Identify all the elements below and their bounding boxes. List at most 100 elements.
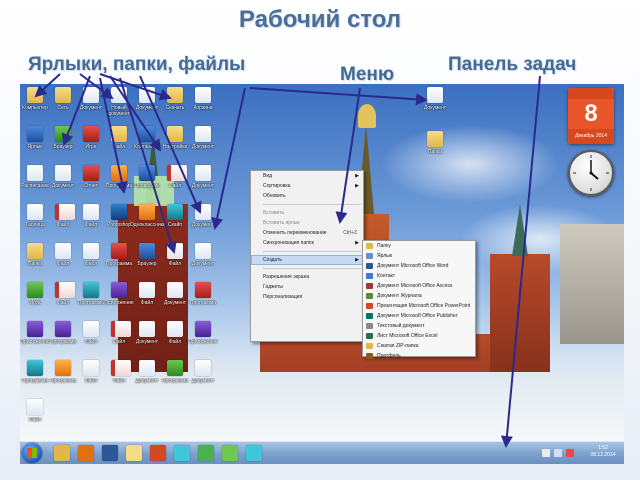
desktop-icon[interactable]: Документ [190, 242, 216, 279]
calendar-gadget[interactable]: 8 Декабрь 2014 [568, 88, 614, 144]
desktop-icon[interactable]: Документ [190, 125, 216, 162]
file-type-icon [366, 283, 373, 289]
context-menu-item[interactable]: Создать ▶ [251, 255, 363, 265]
doc-icon [55, 243, 71, 259]
desktop-icon[interactable]: Отчёт [78, 164, 104, 201]
desktop-icon[interactable]: Документ [190, 359, 216, 396]
desktop-icon[interactable]: Программа [78, 281, 104, 318]
desktop-icon[interactable]: Документ [134, 320, 160, 357]
desktop-icon[interactable]: Документ [162, 281, 188, 318]
desktop-icon[interactable]: Настройки [162, 125, 188, 162]
submenu-item[interactable]: Документ Microsoft Office Publisher [363, 311, 475, 321]
context-menu-item[interactable]: Обновить [251, 191, 363, 201]
media-player-button[interactable] [78, 445, 94, 461]
desktop-icon[interactable]: Файл [78, 359, 104, 396]
desktop-icon[interactable]: Программа [190, 281, 216, 318]
context-menu-item[interactable]: Разрешение экрана [251, 272, 363, 282]
desktop-icon[interactable]: Приложение [188, 320, 218, 357]
folder-button[interactable] [126, 445, 142, 461]
explorer-button[interactable] [54, 445, 70, 461]
start-button[interactable] [22, 443, 42, 463]
desktop-icon[interactable]: Документ [422, 86, 448, 123]
context-menu-item[interactable]: Сортировка ▶ [251, 181, 363, 191]
desktop-icon[interactable]: Приложение [104, 281, 134, 318]
submenu-item[interactable]: Документ Microsoft Office Word [363, 261, 475, 271]
desktop-icon[interactable]: Файл [134, 281, 160, 318]
desktop-icon[interactable]: Браузер [50, 125, 76, 162]
desktop-icon[interactable]: Скайп [162, 203, 188, 240]
desktop-icon[interactable]: Файл [106, 125, 132, 162]
program-button[interactable] [222, 445, 238, 461]
desktop-icon[interactable]: Ярлык [22, 125, 48, 162]
submenu-item[interactable]: Лист Microsoft Office Excel [363, 331, 475, 341]
desktop-icon[interactable]: Файл [162, 320, 188, 357]
desktop-icon[interactable]: Файл [162, 242, 188, 279]
context-menu-item[interactable]: Вид ▶ [251, 171, 363, 181]
desktop-icon[interactable]: Одноклассники [130, 203, 164, 240]
desktop-icon[interactable]: Сеть [50, 86, 76, 123]
submenu-item[interactable]: Папку [363, 241, 475, 251]
desktop-icon[interactable]: Программа [106, 242, 132, 279]
submenu-item[interactable]: Текстовый документ [363, 321, 475, 331]
desktop-icon[interactable]: Файл [78, 242, 104, 279]
submenu-item[interactable]: Документ Microsoft Office Access [363, 281, 475, 291]
desktop-icon[interactable]: Программа [162, 359, 188, 396]
desktop-icon[interactable]: Документ [190, 203, 216, 240]
chrome-button[interactable] [198, 445, 214, 461]
desktop-icon[interactable]: Игра [78, 125, 104, 162]
desktop-icon[interactable]: Игра [22, 281, 48, 318]
desktop-icon[interactable]: Новый документ [106, 86, 132, 123]
paint-button[interactable] [174, 445, 190, 461]
submenu-item-label: Папку [377, 243, 391, 249]
desktop-icon[interactable]: Файл [106, 359, 132, 396]
desktop-icon[interactable]: Скачать [162, 86, 188, 123]
volume-icon[interactable] [554, 449, 562, 457]
desktop-icon[interactable]: Файл [50, 281, 76, 318]
skype-button[interactable] [246, 445, 262, 461]
desktop-icon[interactable]: Компьютер [22, 86, 48, 123]
desktop-icon[interactable]: Программа [22, 359, 48, 396]
submenu-item[interactable]: Портфель [363, 351, 475, 361]
powerpoint-button[interactable] [150, 445, 166, 461]
submenu-item[interactable]: Сжатая ZIP-папка [363, 341, 475, 351]
desktop-icon[interactable]: Документ [78, 86, 104, 123]
desktop-icon[interactable]: Файл [50, 242, 76, 279]
network-icon[interactable] [542, 449, 550, 457]
desktop-icon[interactable]: Документ [50, 164, 76, 201]
desktop-icon[interactable]: Компьютер [134, 125, 160, 162]
context-menu-item[interactable]: Гаджеты [251, 282, 363, 292]
desktop-icon[interactable]: Таблица [22, 203, 48, 240]
desktop-icon[interactable]: Файл [162, 164, 188, 201]
desktop-icon[interactable]: Файл [106, 320, 132, 357]
desktop-icon[interactable]: Расписание [21, 164, 49, 201]
notification-icon[interactable] [566, 449, 574, 457]
clock-gadget[interactable] [568, 150, 614, 196]
submenu-item[interactable]: Презентация Microsoft Office PowerPoint [363, 301, 475, 311]
desktop-icon[interactable]: Файл [22, 398, 48, 435]
submenu-item[interactable]: Контакт [363, 271, 475, 281]
desktop-icon[interactable]: Программа [50, 320, 76, 357]
desktop-icon[interactable]: Браузер [134, 242, 160, 279]
desktop-icon[interactable]: Файл [50, 203, 76, 240]
desktop-icon[interactable]: Photoshop [106, 203, 132, 240]
desktop-icon[interactable]: Файл [78, 320, 104, 357]
desktop-icon[interactable]: Файл [78, 203, 104, 240]
context-menu-item[interactable]: Синхронизация папок ▶ [251, 238, 363, 248]
word-button[interactable] [102, 445, 118, 461]
desktop-icon[interactable]: Документ [190, 164, 216, 201]
desktop-icon[interactable]: Проводник [134, 164, 160, 201]
context-menu-item[interactable]: Персонализация [251, 292, 363, 302]
desktop-icon[interactable]: Программа [106, 164, 132, 201]
context-menu-item-label: Отменить переименование [263, 230, 327, 236]
desktop-icon[interactable]: Документ [134, 86, 160, 123]
desktop-icon[interactable]: Папка [22, 242, 48, 279]
tray-clock[interactable]: 1:52 08.12.2014 [586, 445, 620, 459]
desktop-icon[interactable]: Документ [134, 359, 160, 396]
context-menu-item[interactable]: Отменить переименование Ctrl+Z [251, 228, 363, 238]
submenu-item[interactable]: Документ Журнала [363, 291, 475, 301]
desktop-icon[interactable]: Папка [422, 130, 448, 167]
desktop-icon[interactable]: Программа [50, 359, 76, 396]
desktop-icon[interactable]: Приложение [20, 320, 50, 357]
desktop-icon[interactable]: Корзина [190, 86, 216, 123]
submenu-item[interactable]: Ярлык [363, 251, 475, 261]
